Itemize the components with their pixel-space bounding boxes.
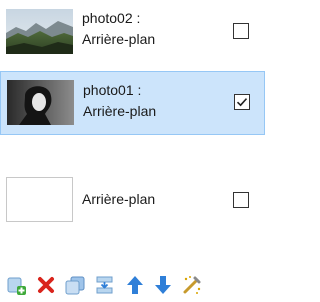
layer-thumbnail-blank — [6, 177, 73, 222]
layer-name: photo01 : — [83, 82, 142, 98]
checkmark-icon — [236, 98, 248, 107]
layer-visibility-checkbox[interactable] — [233, 23, 249, 39]
layer-label-photo01: photo01 : Arrière-plan — [83, 80, 156, 122]
properties-icon — [183, 276, 201, 294]
layer-name: photo02 : — [82, 10, 141, 26]
layer-item-photo02[interactable]: photo02 : Arrière-plan — [0, 0, 265, 64]
layer-thumbnail-portrait — [7, 80, 74, 125]
delete-layer-button[interactable] — [35, 274, 57, 296]
move-layer-down-button[interactable] — [152, 274, 174, 296]
move-up-icon — [127, 276, 143, 294]
layer-label-background: Arrière-plan — [82, 189, 155, 210]
layer-visibility-checkbox[interactable] — [234, 94, 250, 110]
new-layer-button[interactable] — [5, 274, 27, 296]
move-down-icon — [155, 276, 171, 294]
layer-item-photo01[interactable]: photo01 : Arrière-plan — [0, 71, 265, 135]
layer-type: Arrière-plan — [83, 103, 157, 119]
new-layer-icon — [7, 277, 26, 295]
layer-thumbnail-mountain — [6, 9, 73, 54]
layers-toolbar — [0, 270, 265, 298]
layer-label-photo02: photo02 : Arrière-plan — [82, 8, 155, 50]
delete-icon — [38, 277, 54, 293]
layers-panel: photo02 : Arrière-plan photo01 : Arrière… — [0, 0, 265, 302]
layer-properties-button[interactable] — [181, 274, 203, 296]
layer-item-background[interactable]: Arrière-plan — [0, 168, 265, 232]
layer-visibility-checkbox[interactable] — [233, 192, 249, 208]
duplicate-layer-button[interactable] — [64, 274, 86, 296]
merge-down-button[interactable] — [94, 274, 116, 296]
duplicate-icon — [65, 276, 85, 295]
layer-type: Arrière-plan — [82, 191, 156, 207]
move-layer-up-button[interactable] — [124, 274, 146, 296]
merge-down-icon — [96, 276, 113, 294]
layer-type: Arrière-plan — [82, 31, 156, 47]
